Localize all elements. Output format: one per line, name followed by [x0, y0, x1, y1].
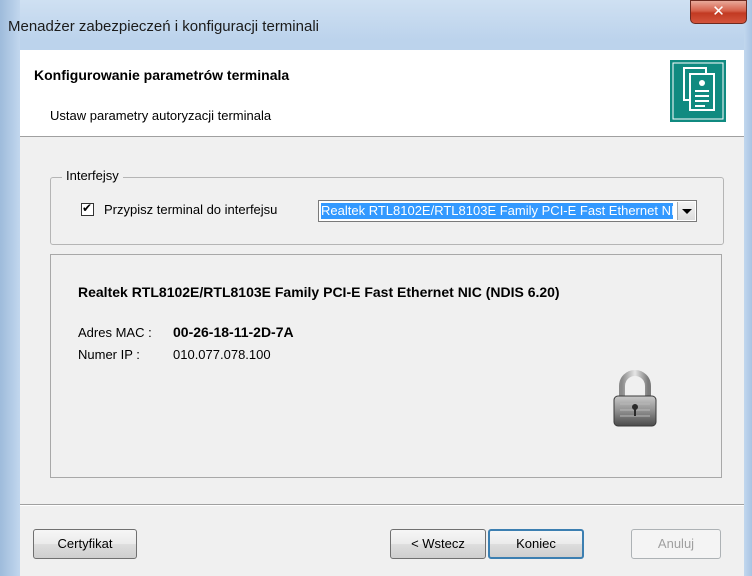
window-frame-left — [0, 0, 20, 576]
interface-dropdown-button[interactable] — [677, 202, 695, 220]
assign-terminal-label[interactable]: Przypisz terminal do interfejsu — [104, 202, 277, 217]
dialog-client-area: Konfigurowanie parametrów terminala Usta… — [20, 50, 744, 576]
mac-address-label: Adres MAC : — [78, 325, 152, 340]
dialog-window: Menadżer zabezpieczeń i konfiguracji ter… — [0, 0, 752, 576]
lock-icon — [610, 368, 660, 430]
interface-select-value: Realtek RTL8102E/RTL8103E Family PCI-E F… — [321, 203, 673, 219]
chevron-down-icon — [682, 209, 692, 214]
close-button[interactable]: ✕ — [690, 0, 747, 24]
interfaces-group-label: Interfejsy — [62, 168, 123, 183]
mac-address-value: 00-26-18-11-2D-7A — [173, 324, 294, 340]
close-icon: ✕ — [712, 2, 725, 20]
window-frame-right — [744, 0, 752, 576]
wizard-header: Konfigurowanie parametrów terminala Usta… — [20, 50, 744, 137]
page-subtitle: Ustaw parametry autoryzacji terminala — [50, 108, 272, 123]
page-title: Konfigurowanie parametrów terminala — [34, 67, 290, 83]
assign-terminal-checkbox[interactable]: ✔ — [81, 201, 94, 216]
cancel-button[interactable]: Anuluj — [631, 529, 721, 559]
back-button[interactable]: < Wstecz — [390, 529, 486, 559]
nic-name: Realtek RTL8102E/RTL8103E Family PCI-E F… — [78, 284, 560, 300]
certificate-button[interactable]: Certyfikat — [33, 529, 137, 559]
document-certificate-icon — [670, 60, 726, 122]
ip-address-value: 010.077.078.100 — [173, 347, 271, 362]
footer-separator — [20, 504, 744, 506]
title-bar[interactable]: Menadżer zabezpieczeń i konfiguracji ter… — [0, 0, 752, 44]
window-title: Menadżer zabezpieczeń i konfiguracji ter… — [8, 18, 319, 35]
ip-address-label: Numer IP : — [78, 347, 140, 362]
checkmark-icon: ✔ — [82, 201, 93, 215]
interface-select[interactable]: Realtek RTL8102E/RTL8103E Family PCI-E F… — [318, 200, 697, 222]
finish-button[interactable]: Koniec — [488, 529, 584, 559]
